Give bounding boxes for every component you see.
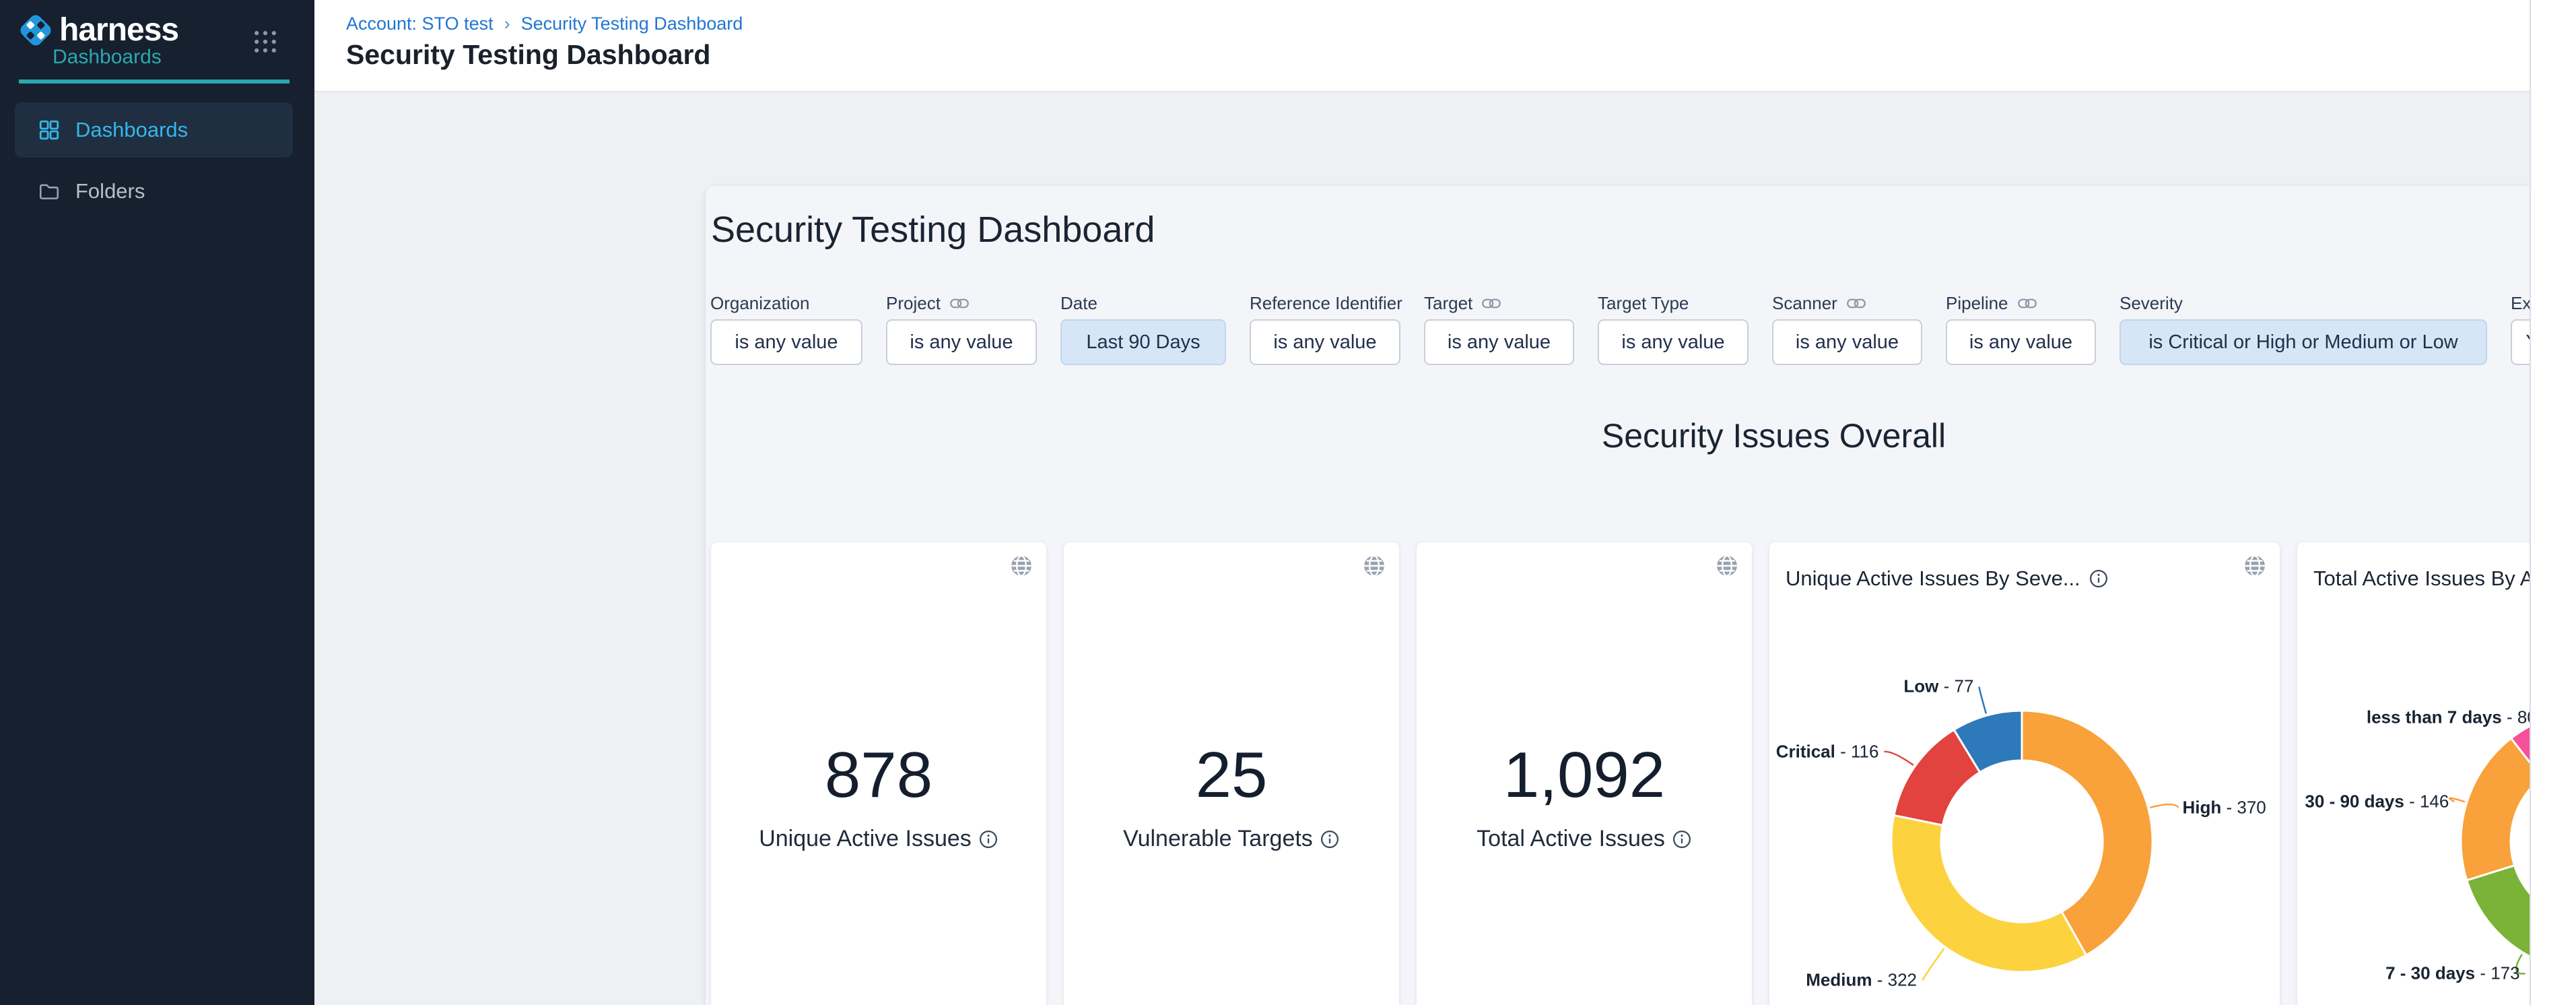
module-grid-icon[interactable] — [250, 27, 280, 57]
page-title: Security Testing Dashboard — [346, 39, 710, 71]
filter-label-scanner: Scanner — [1772, 292, 1922, 314]
filter-group-date: Date Last 90 Days — [1060, 292, 1226, 365]
filter-group-target: Target is any value — [1424, 292, 1574, 365]
filter-value-reference-identifier[interactable]: is any value — [1250, 319, 1400, 365]
stat-label: Vulnerable Targets — [1064, 826, 1399, 852]
content-area: Security Testing Dashboard — [314, 92, 2576, 1005]
filter-group-scanner: Scanner is any value — [1772, 292, 1922, 365]
filter-group-pipeline: Pipeline is any value — [1946, 292, 2096, 365]
globe-icon[interactable] — [1010, 554, 1033, 577]
filter-value-target[interactable]: is any value — [1424, 319, 1574, 365]
dashboard-panel: Security Testing Dashboard — [706, 186, 2576, 1005]
filter-value-date[interactable]: Last 90 Days — [1060, 319, 1226, 365]
filter-value-target-type[interactable]: is any value — [1598, 319, 1749, 365]
sidebar-item-label: Dashboards — [75, 118, 188, 142]
globe-icon[interactable] — [1363, 554, 1386, 577]
stat-value: 25 — [1064, 743, 1399, 808]
sidebar-item-folders[interactable]: Folders — [15, 170, 293, 213]
globe-icon[interactable] — [1716, 554, 1738, 577]
donut-label-low: Low - 77 — [1903, 676, 1973, 697]
stat-card-total-active-issues: 1,092 Total Active Issues — [1416, 542, 1753, 1005]
filter-group-severity: Severity is Critical or High or Medium or… — [2120, 292, 2487, 365]
filter-label-reference-identifier: Reference Identifier — [1250, 292, 1400, 314]
label-connector — [1922, 948, 1944, 980]
breadcrumb-dashboard-link[interactable]: Security Testing Dashboard — [521, 13, 743, 34]
stat-value: 1,092 — [1417, 743, 1752, 808]
topbar: Account: STO test › Security Testing Das… — [314, 0, 2576, 92]
filter-value-scanner[interactable]: is any value — [1772, 319, 1922, 365]
stat-value: 878 — [711, 743, 1046, 808]
filter-group-target-type: Target Type is any value — [1598, 292, 1749, 365]
donut-chart-unique-active-issues-by-severity[interactable] — [1769, 542, 2281, 1005]
breadcrumb-separator-icon: › — [504, 13, 510, 34]
filter-label-pipeline: Pipeline — [1946, 292, 2096, 314]
label-connector — [2449, 798, 2465, 802]
donut-slice-medium — [1891, 815, 2086, 972]
filter-value-organization[interactable]: is any value — [710, 319, 862, 365]
donut-label-30-90-days: 30 - 90 days - 146 — [2305, 791, 2449, 812]
filter-label-target: Target — [1424, 292, 1574, 314]
info-icon[interactable] — [978, 829, 998, 849]
link-icon — [1482, 298, 1501, 309]
filter-label-organization: Organization — [710, 292, 862, 314]
folder-icon — [38, 180, 61, 203]
globe-icon[interactable] — [2243, 554, 2266, 577]
link-icon — [950, 298, 969, 309]
filter-bar: Organization is any value Project is any va… — [710, 292, 2576, 365]
chart-title: Unique Active Issues By Seve... — [1786, 566, 2230, 591]
info-icon[interactable] — [1672, 829, 1692, 849]
module-underline — [19, 79, 290, 84]
label-connector — [1979, 687, 1986, 714]
filter-value-pipeline[interactable]: is any value — [1946, 319, 2096, 365]
breadcrumb-account-link[interactable]: Account: STO test — [346, 13, 494, 34]
filter-value-project[interactable]: is any value — [886, 319, 1037, 365]
sidebar-item-label: Folders — [75, 179, 145, 203]
harness-logo[interactable]: harness — [16, 11, 178, 50]
stat-label: Total Active Issues — [1417, 826, 1752, 852]
breadcrumb: Account: STO test › Security Testing Das… — [346, 13, 743, 34]
section-heading: Security Issues Overall — [706, 416, 2576, 455]
stat-card-unique-active-issues: 878 Unique Active Issues — [710, 542, 1047, 1005]
donut-label-critical: Critical - 116 — [1776, 741, 1879, 762]
link-icon — [1847, 298, 1866, 309]
donut-label-less-than-7-days: less than 7 days - 80 — [2367, 707, 2537, 728]
chart-card-unique-active-issues-by-severity: Unique Active Issues By Seve... High - 37… — [1769, 542, 2280, 1005]
donut-label-high: High - 370 — [2182, 797, 2266, 818]
dashboards-grid-icon — [38, 119, 61, 141]
sidebar: harness Dashboards Dashboards Folders — [0, 0, 314, 1005]
info-icon[interactable] — [1320, 829, 1340, 849]
info-icon[interactable] — [2089, 569, 2109, 589]
filter-label-severity: Severity — [2120, 292, 2487, 314]
module-label: Dashboards — [53, 46, 162, 69]
vertical-scrollbar[interactable] — [2530, 0, 2576, 1005]
filter-label-target-type: Target Type — [1598, 292, 1749, 314]
filter-group-reference-identifier: Reference Identifier is any value — [1250, 292, 1400, 365]
donut-label-7-30-days: 7 - 30 days - 173 — [2385, 963, 2519, 984]
filter-group-project: Project is any value — [886, 292, 1037, 365]
app: harness Dashboards Dashboards Folders Acc… — [0, 0, 2576, 1005]
link-icon — [2018, 298, 2037, 309]
donut-label-medium: Medium - 322 — [1806, 970, 1917, 991]
harness-logo-icon — [16, 11, 55, 50]
label-connector — [2150, 804, 2179, 808]
sidebar-nav: Dashboards Folders — [15, 102, 293, 213]
filter-group-organization: Organization is any value — [710, 292, 862, 365]
filter-label-project: Project — [886, 292, 1037, 314]
dashboard-title: Security Testing Dashboard — [711, 209, 1155, 251]
sidebar-item-dashboards[interactable]: Dashboards — [15, 102, 293, 158]
stat-label: Unique Active Issues — [711, 826, 1046, 852]
filter-value-severity[interactable]: is Critical or High or Medium or Low — [2120, 319, 2487, 365]
donut-slice-high — [2022, 711, 2153, 955]
cards-row: 878 Unique Active Issues 25 Vulnerable Targ… — [710, 542, 2576, 1005]
label-connector — [1884, 752, 1913, 765]
logo-text: harness — [59, 11, 178, 50]
stat-card-vulnerable-targets: 25 Vulnerable Targets — [1063, 542, 1400, 1005]
filter-label-date: Date — [1060, 292, 1226, 314]
